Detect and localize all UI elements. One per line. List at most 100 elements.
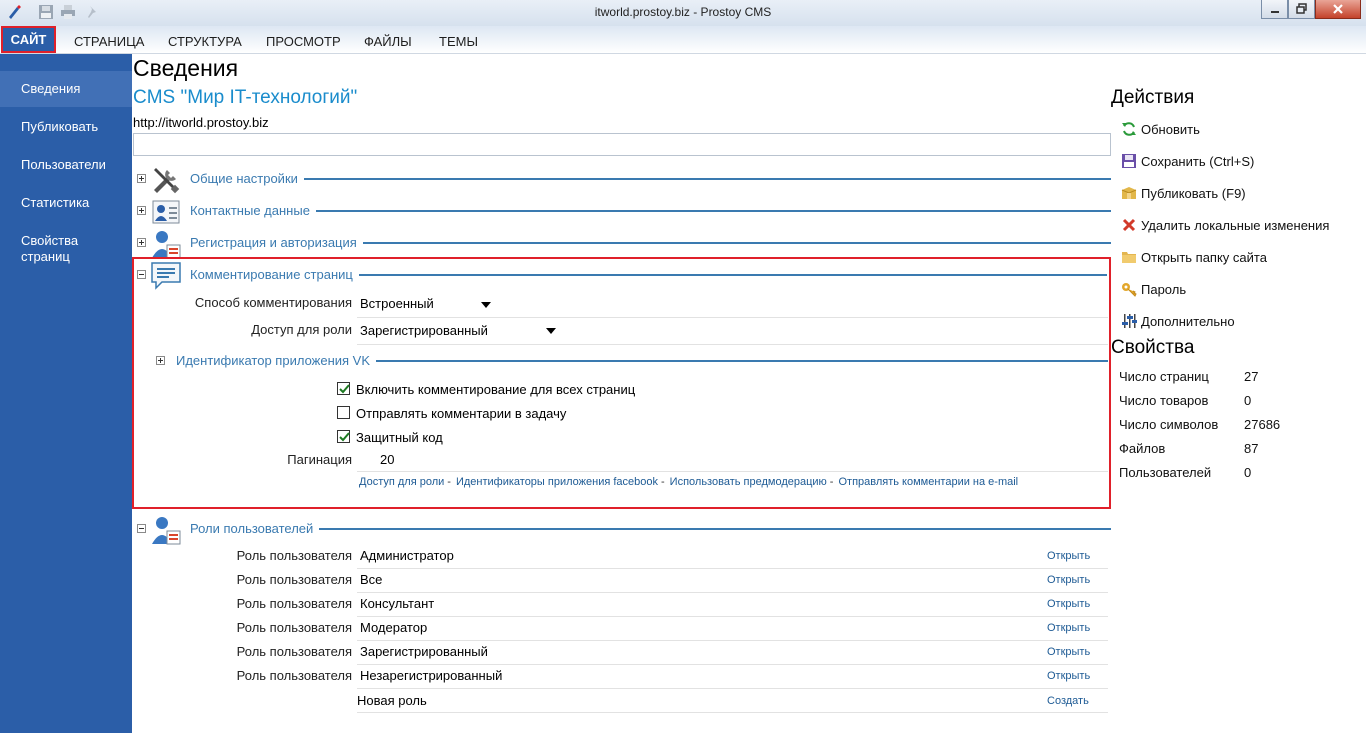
collapse-icon[interactable] bbox=[137, 270, 146, 279]
menu-site[interactable]: САЙТ bbox=[1, 26, 56, 53]
section-label: Комментирование страниц bbox=[190, 267, 359, 282]
section-user-roles[interactable]: Роли пользователей bbox=[137, 514, 1111, 546]
expand-icon[interactable] bbox=[137, 238, 146, 247]
tools-icon bbox=[150, 164, 182, 196]
actions-title: Действия bbox=[1111, 87, 1195, 108]
section-contacts[interactable]: Контактные данные bbox=[137, 198, 1111, 226]
prop-chars-label: Число символов bbox=[1119, 417, 1219, 432]
checkbox-label: Защитный код bbox=[356, 430, 443, 445]
link-separator: - bbox=[829, 476, 834, 488]
role-row-label: Роль пользователя bbox=[236, 572, 352, 587]
section-registration[interactable]: Регистрация и авторизация bbox=[137, 228, 1111, 260]
menu-files[interactable]: ФАЙЛЫ bbox=[364, 34, 412, 49]
checkbox-send-to-task[interactable] bbox=[337, 406, 350, 419]
key-icon bbox=[1121, 281, 1137, 297]
properties-title: Свойства bbox=[1111, 337, 1195, 358]
row-divider bbox=[357, 471, 1108, 472]
close-button[interactable] bbox=[1315, 0, 1361, 19]
pagination-input[interactable]: 20 bbox=[380, 452, 394, 467]
row-divider bbox=[357, 592, 1108, 593]
collapse-icon[interactable] bbox=[137, 524, 146, 533]
menu-view[interactable]: ПРОСМОТР bbox=[266, 34, 341, 49]
role-name: Консультант bbox=[360, 596, 435, 611]
expand-icon[interactable] bbox=[137, 174, 146, 183]
role-row-label: Роль пользователя bbox=[236, 620, 352, 635]
row-divider bbox=[357, 688, 1108, 689]
user-form-icon bbox=[150, 228, 182, 260]
link-role-access[interactable]: Доступ для роли bbox=[359, 476, 444, 488]
role-name: Все bbox=[360, 572, 383, 587]
role-row-label: Роль пользователя bbox=[236, 668, 352, 683]
action-label: Открыть папку сайта bbox=[1141, 250, 1267, 265]
sidebar-item-users[interactable]: Пользователи bbox=[0, 157, 132, 172]
expand-icon[interactable] bbox=[137, 206, 146, 215]
role-access-select[interactable]: Зарегистрированный bbox=[360, 323, 488, 338]
link-separator: - bbox=[447, 476, 451, 488]
link-email-comments[interactable]: Отправлять комментарии на e-mail bbox=[838, 476, 1018, 488]
title-bar: itworld.prostoy.biz - Prostoy CMS bbox=[0, 0, 1366, 26]
action-label: Обновить bbox=[1141, 122, 1200, 137]
section-label: Регистрация и авторизация bbox=[190, 235, 363, 250]
section-comments[interactable]: Комментирование страниц bbox=[137, 262, 1107, 290]
menu-page[interactable]: СТРАНИЦА bbox=[74, 34, 144, 49]
sidebar-item-page-properties[interactable]: Свойства страниц bbox=[0, 233, 100, 265]
role-access-label: Доступ для роли bbox=[251, 322, 352, 337]
user-roles-icon bbox=[150, 514, 182, 546]
section-general-settings[interactable]: Общие настройки bbox=[137, 166, 1111, 194]
row-divider bbox=[357, 344, 1108, 345]
minimize-button[interactable] bbox=[1261, 0, 1288, 19]
site-name: CMS "Мир IT-технологий" bbox=[133, 87, 358, 108]
section-label: Общие настройки bbox=[190, 171, 304, 186]
maximize-button[interactable] bbox=[1288, 0, 1315, 19]
site-description-input[interactable] bbox=[133, 133, 1111, 156]
menu-structure[interactable]: СТРУКТУРА bbox=[168, 34, 242, 49]
sliders-icon bbox=[1121, 313, 1137, 329]
comment-method-select[interactable]: Встроенный bbox=[360, 296, 434, 311]
sidebar-item-statistics[interactable]: Статистика bbox=[0, 195, 132, 210]
create-role-link[interactable]: Создать bbox=[1047, 695, 1089, 707]
prop-chars-value: 27686 bbox=[1244, 417, 1281, 432]
menu-themes[interactable]: ТЕМЫ bbox=[439, 34, 478, 49]
new-role-name: Новая роль bbox=[357, 693, 427, 708]
section-divider bbox=[190, 210, 1111, 212]
prop-files-value: 87 bbox=[1244, 441, 1259, 456]
role-row-label: Роль пользователя bbox=[236, 596, 352, 611]
section-divider bbox=[190, 528, 1111, 530]
sidebar: Сведения Публиковать Пользователи Статис… bbox=[0, 54, 132, 733]
role-name: Незарегистрированный bbox=[360, 668, 503, 683]
role-open-link[interactable]: Открыть bbox=[1047, 670, 1090, 682]
role-open-link[interactable]: Открыть bbox=[1047, 622, 1090, 634]
checkbox-enable-comments[interactable] bbox=[337, 382, 350, 395]
row-divider bbox=[357, 712, 1108, 713]
folder-icon bbox=[1121, 249, 1137, 265]
link-premoderation[interactable]: Использовать предмодерацию bbox=[670, 476, 827, 488]
sidebar-item-info[interactable]: Сведения bbox=[0, 71, 132, 107]
site-url: http://itworld.prostoy.biz bbox=[133, 115, 269, 130]
chevron-down-icon[interactable] bbox=[546, 328, 556, 334]
window-title: itworld.prostoy.biz - Prostoy CMS bbox=[594, 5, 772, 19]
role-name: Зарегистрированный bbox=[360, 644, 488, 659]
section-label: Роли пользователей bbox=[190, 521, 320, 536]
refresh-icon bbox=[1121, 121, 1137, 137]
role-name: Модератор bbox=[360, 620, 428, 635]
role-row-label: Роль пользователя bbox=[236, 644, 352, 659]
contact-card-icon bbox=[150, 196, 182, 228]
expand-icon[interactable] bbox=[156, 356, 165, 365]
role-open-link[interactable]: Открыть bbox=[1047, 550, 1090, 562]
prop-products-value: 0 bbox=[1244, 393, 1252, 408]
action-label: Сохранить (Ctrl+S) bbox=[1141, 154, 1255, 169]
sidebar-item-publish[interactable]: Публиковать bbox=[0, 119, 132, 134]
row-divider bbox=[357, 640, 1108, 641]
section-label: Идентификатор приложения VK bbox=[176, 353, 377, 368]
chevron-down-icon[interactable] bbox=[481, 302, 491, 308]
role-name: Администратор bbox=[360, 548, 454, 563]
role-open-link[interactable]: Открыть bbox=[1047, 574, 1090, 586]
checkbox-label: Включить комментирование для всех страни… bbox=[356, 382, 636, 397]
prop-files-label: Файлов bbox=[1119, 441, 1166, 456]
role-open-link[interactable]: Открыть bbox=[1047, 598, 1090, 610]
link-facebook-app-ids[interactable]: Идентификаторы приложения facebook bbox=[456, 476, 658, 488]
section-vk-app-id[interactable]: Идентификатор приложения VK bbox=[154, 348, 1108, 376]
checkbox-captcha[interactable] bbox=[337, 430, 350, 443]
prop-products-label: Число товаров bbox=[1119, 393, 1209, 408]
role-open-link[interactable]: Открыть bbox=[1047, 646, 1090, 658]
